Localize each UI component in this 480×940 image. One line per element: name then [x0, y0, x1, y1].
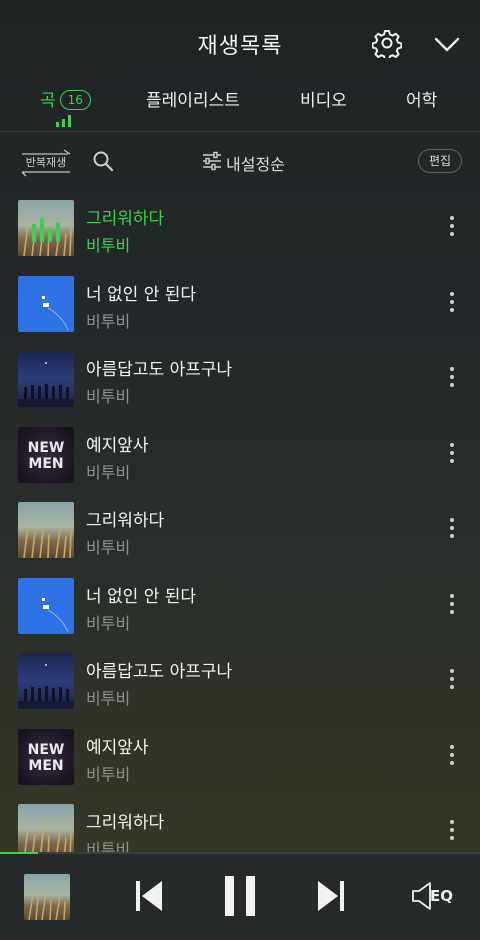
song-title: 아름답고도 아프구나: [86, 662, 233, 682]
next-track-icon[interactable]: [314, 878, 346, 918]
tab-songs[interactable]: 곡 16: [40, 86, 91, 111]
mini-player: EQ: [0, 852, 480, 940]
equalizer-speaker-icon[interactable]: [410, 880, 432, 916]
song-title: 예지앞사: [86, 435, 149, 456]
song-row[interactable]: 그리워하다비투비: [0, 190, 480, 266]
album-art-logo-line2: MEN: [28, 758, 63, 774]
song-artist: 비투비: [86, 764, 131, 784]
song-title: 그리워하다: [86, 813, 165, 833]
album-art: [18, 351, 74, 407]
progress-track[interactable]: [0, 852, 480, 854]
more-options-icon[interactable]: [442, 442, 462, 467]
more-options-icon[interactable]: [442, 669, 462, 693]
sort-sliders-icon: [203, 151, 221, 171]
tab-language[interactable]: 어학: [406, 86, 437, 111]
search-icon[interactable]: [92, 150, 114, 172]
song-title: 너 없인 안 된다: [86, 586, 197, 607]
song-artist: 비투비: [86, 538, 131, 557]
tab-playlists[interactable]: 플레이리스트: [146, 86, 240, 111]
song-title: 너 없인 안 된다: [86, 284, 197, 305]
album-art-logo-line1: NEW: [28, 742, 65, 758]
song-row[interactable]: 아름답고도 아프구나비투비: [0, 341, 480, 417]
list-toolbar: 반복재생 내설정순 편집: [0, 140, 480, 186]
song-artist: 비투비: [86, 236, 131, 255]
now-playing-bars-icon: [55, 112, 73, 127]
song-title: 예지앞사: [86, 737, 149, 758]
song-row[interactable]: NEW MEN 예지앞사비투비: [0, 719, 480, 795]
song-row[interactable]: 그리워하다비투비: [0, 794, 480, 852]
song-artist: 비투비: [86, 840, 131, 852]
song-title: 그리워하다: [86, 209, 165, 229]
song-artist: 비투비: [86, 462, 131, 482]
more-options-icon[interactable]: [442, 593, 462, 618]
tab-bar: 곡 16 플레이리스트 비디오 어학: [0, 84, 480, 132]
song-artist: 비투비: [86, 613, 131, 633]
tab-videos[interactable]: 비디오: [300, 86, 347, 111]
song-artist: 비투비: [86, 689, 131, 708]
album-art-logo-line1: NEW: [28, 440, 65, 456]
now-playing-equalizer-icon: [32, 218, 60, 242]
song-row[interactable]: 너 없인 안 된다비투비: [0, 266, 480, 342]
eq-label[interactable]: EQ: [430, 887, 453, 905]
song-row[interactable]: 너 없인 안 된다비투비: [0, 568, 480, 644]
song-list: 그리워하다 비투비 너 없인 안 된다 비투비 아름답고도 아프구나 비투비 NEW MEN 예…: [0, 190, 480, 852]
album-art: [18, 275, 74, 332]
sort-label: 내설정순: [226, 155, 285, 174]
album-art: [18, 200, 74, 256]
edit-button[interactable]: 편집: [418, 149, 462, 173]
tab-songs-count-badge: 16: [59, 90, 91, 110]
pause-icon[interactable]: [222, 874, 258, 922]
previous-track-icon[interactable]: [134, 878, 166, 918]
album-art-logo-line2: MEN: [28, 456, 63, 472]
repeat-play-button[interactable]: 반복재생: [18, 146, 74, 178]
song-row[interactable]: NEW MEN 예지앞사비투비: [0, 417, 480, 493]
more-options-icon[interactable]: [442, 518, 462, 542]
song-row[interactable]: 아름답고도 아프구나비투비: [0, 643, 480, 719]
more-options-icon[interactable]: [442, 216, 462, 240]
repeat-play-label: 반복재생: [25, 156, 67, 169]
album-art: [18, 804, 74, 852]
album-art: NEW MEN: [18, 728, 74, 785]
player-album-art[interactable]: [24, 874, 70, 920]
song-row[interactable]: 그리워하다비투비: [0, 492, 480, 568]
more-options-icon[interactable]: [442, 291, 462, 316]
album-art: [18, 653, 74, 709]
song-artist: 비투비: [86, 311, 131, 331]
more-options-icon[interactable]: [442, 367, 462, 391]
settings-gear-icon[interactable]: [371, 28, 403, 61]
more-options-icon[interactable]: [442, 744, 462, 769]
tab-songs-label: 곡: [40, 91, 56, 111]
collapse-chevron-down-icon[interactable]: [432, 30, 462, 58]
song-title: 아름답고도 아프구나: [86, 360, 233, 380]
song-artist: 비투비: [86, 387, 131, 406]
album-art: NEW MEN: [18, 426, 74, 483]
album-art: [18, 502, 74, 558]
header: 재생목록: [0, 0, 480, 86]
more-options-icon[interactable]: [442, 820, 462, 844]
song-title: 그리워하다: [86, 511, 165, 531]
album-art: [18, 577, 74, 634]
progress-fill: [0, 852, 39, 854]
page-title: 재생목록: [197, 34, 283, 59]
